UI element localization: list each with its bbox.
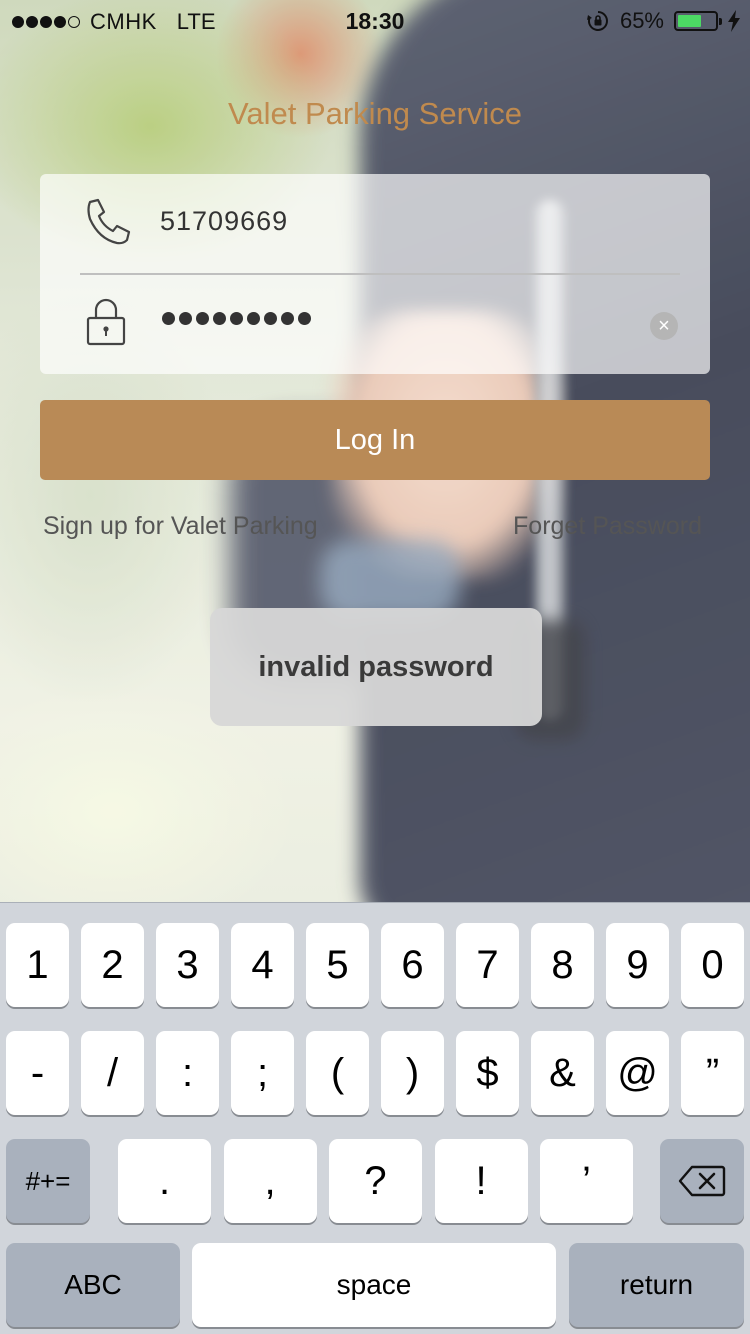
- password-input[interactable]: [162, 312, 311, 325]
- password-mask-dot: [298, 312, 311, 325]
- key-row2-8[interactable]: @: [606, 1031, 669, 1115]
- phone-field[interactable]: 51709669: [40, 174, 710, 274]
- password-mask-dot: [281, 312, 294, 325]
- clear-icon[interactable]: ×: [650, 312, 678, 340]
- key-row1-2[interactable]: 3: [156, 923, 219, 1007]
- password-mask-dot: [247, 312, 260, 325]
- battery-fill: [678, 15, 702, 27]
- battery-icon: [674, 11, 722, 31]
- battery-percent: 65%: [619, 8, 664, 33]
- key-abc[interactable]: ABC: [6, 1243, 180, 1327]
- key-row1-5[interactable]: 6: [381, 923, 444, 1007]
- password-mask-dot: [179, 312, 192, 325]
- key-row2-7[interactable]: &: [531, 1031, 594, 1115]
- login-form: 51709669 ×: [40, 174, 710, 374]
- key-row1-0[interactable]: 1: [6, 923, 69, 1007]
- key-row2-5[interactable]: ): [381, 1031, 444, 1115]
- key-row1-7[interactable]: 8: [531, 923, 594, 1007]
- key-row1-1[interactable]: 2: [81, 923, 144, 1007]
- app-title: Valet Parking Service: [227, 96, 523, 131]
- key-row3-1[interactable]: ,: [223, 1139, 317, 1223]
- password-mask-dot: [196, 312, 209, 325]
- key-row1-6[interactable]: 7: [456, 923, 519, 1007]
- key-row1-3[interactable]: 4: [231, 923, 294, 1007]
- key-row3-4[interactable]: ’: [540, 1139, 633, 1223]
- status-right: 65%: [586, 8, 740, 34]
- key-symbols-toggle[interactable]: #+=: [6, 1139, 90, 1223]
- key-row2-3[interactable]: ;: [231, 1031, 294, 1115]
- phone-icon: [87, 198, 131, 245]
- key-row2-6[interactable]: $: [456, 1031, 519, 1115]
- key-row2-0[interactable]: -: [6, 1031, 69, 1115]
- key-row1-8[interactable]: 9: [606, 923, 669, 1007]
- key-row2-4[interactable]: (: [306, 1031, 369, 1115]
- error-toast: invalid password: [210, 608, 542, 726]
- key-return[interactable]: return: [569, 1243, 744, 1327]
- password-mask-dot: [213, 312, 226, 325]
- key-row3-3[interactable]: !: [434, 1139, 528, 1223]
- key-row3-2[interactable]: ?: [329, 1139, 422, 1223]
- charging-bolt-icon: [728, 10, 740, 32]
- status-bar: CMHK LTE 18:30 65%: [0, 0, 750, 40]
- key-space[interactable]: space: [192, 1243, 556, 1327]
- key-row2-2[interactable]: :: [156, 1031, 219, 1115]
- password-field[interactable]: ×: [40, 274, 710, 374]
- key-row1-4[interactable]: 5: [306, 923, 369, 1007]
- key-delete[interactable]: [660, 1139, 744, 1223]
- forget-password-link[interactable]: Forget Password: [513, 512, 702, 541]
- key-row1-9[interactable]: 0: [681, 923, 744, 1007]
- key-row2-9[interactable]: ”: [681, 1031, 744, 1115]
- lock-icon: [86, 298, 126, 346]
- rotation-lock-icon: [586, 11, 608, 31]
- backspace-icon: [678, 1165, 726, 1197]
- keyboard: #+= ABC space return 1 2 3 4 5 6 7 8 9 0 - /:;() $ & @…: [0, 902, 750, 1334]
- key-row3-0[interactable]: .: [118, 1139, 211, 1223]
- login-button[interactable]: Log In: [40, 400, 710, 480]
- phone-input[interactable]: 51709669: [160, 206, 288, 237]
- password-mask-dot: [162, 312, 175, 325]
- key-row2-1[interactable]: /: [81, 1031, 144, 1115]
- signup-link[interactable]: Sign up for Valet Parking: [43, 512, 318, 541]
- password-mask-dot: [264, 312, 277, 325]
- password-mask-dot: [230, 312, 243, 325]
